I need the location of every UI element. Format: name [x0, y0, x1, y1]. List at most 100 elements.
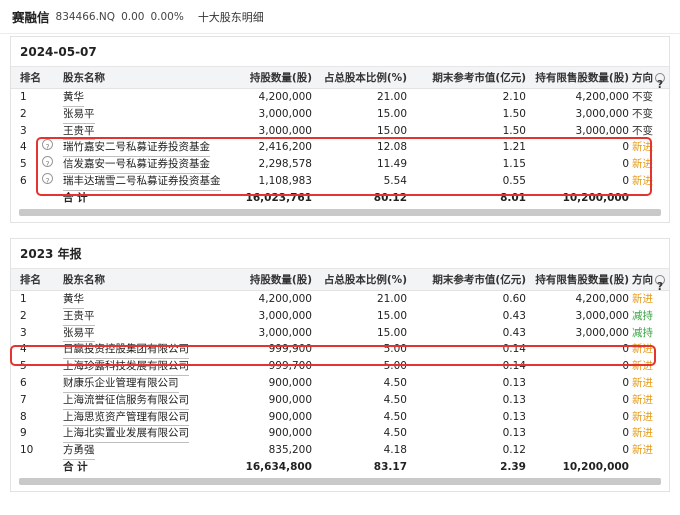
shareholder-name-link[interactable]: 财康乐企业管理有限公司: [63, 375, 179, 393]
qty-cell: 2,298,578: [258, 158, 312, 171]
fund-info-icon[interactable]: ?: [42, 156, 53, 169]
total-label: 合 计: [63, 191, 88, 204]
help-icon[interactable]: ?: [655, 275, 665, 293]
shareholder-name-link[interactable]: 张易平: [63, 325, 95, 343]
limited-cell: 0: [622, 427, 629, 440]
ratio-cell: 5.00: [383, 360, 407, 373]
table-row: 4 瑞竹嘉安二号私募证券投资基金 2,416,200 12.08 1.21 0 新进?: [11, 139, 669, 158]
shareholder-name-link[interactable]: 瑞竹嘉安二号私募证券投资基金: [63, 139, 210, 158]
direction-cell: 新进: [632, 427, 653, 440]
direction-cell: 减持: [632, 326, 653, 339]
direction-cell: 新进: [632, 444, 653, 457]
table-header: 排名 股东名称 持股数量(股) 占总股本比例(%) 期末参考市值(亿元) 持有限…: [11, 269, 669, 293]
limited-cell: 3,000,000: [575, 124, 629, 137]
limited-cell: 4,200,000: [575, 293, 629, 305]
shareholder-name-link[interactable]: 王贵平: [63, 308, 95, 326]
ratio-cell: 11.49: [376, 158, 407, 171]
shareholder-name-link[interactable]: 张易平: [63, 106, 95, 124]
shareholder-name-link[interactable]: 黄华: [63, 89, 84, 107]
rank-cell: 8: [20, 410, 27, 423]
shareholder-name-link[interactable]: 上海北实置业发展有限公司: [63, 425, 189, 444]
horizontal-scrollbar[interactable]: [19, 208, 661, 216]
fund-info-icon[interactable]: ?: [42, 139, 53, 152]
rank-cell: 1: [20, 293, 27, 305]
table-row: 6 财康乐企业管理有限公司 900,000 4.50 0.13 0 新进: [11, 375, 669, 393]
qty-cell: 999,900: [268, 343, 312, 356]
stock-name: 赛融信: [12, 10, 50, 25]
qty-cell: 900,000: [268, 376, 312, 389]
ratio-cell: 4.50: [383, 376, 407, 389]
stock-code: 834466.NQ: [55, 10, 116, 23]
market-value-cell: 1.21: [502, 141, 526, 154]
market-value-cell: 0.55: [502, 174, 526, 187]
direction-cell: 新进: [632, 410, 653, 423]
qty-cell: 900,000: [268, 393, 312, 406]
ratio-cell: 5.00: [383, 343, 407, 356]
help-icon[interactable]: ?: [655, 73, 665, 91]
col-ratio: 占总股本比例(%): [323, 274, 407, 286]
shareholder-name-link[interactable]: 黄华: [63, 291, 84, 309]
direction-cell: 新进: [632, 141, 653, 154]
direction-cell: 新进: [632, 376, 653, 389]
market-value-cell: 1.50: [502, 107, 526, 120]
rank-cell: 3: [20, 124, 27, 137]
ratio-cell: 4.50: [383, 427, 407, 440]
shareholder-name-link[interactable]: 瑞丰达瑞雪二号私募证券投资基金: [63, 173, 221, 191]
market-value-cell: 2.10: [502, 91, 526, 103]
market-value-cell: 0.13: [502, 427, 526, 440]
qty-cell: 835,200: [268, 444, 312, 457]
market-value-cell: 0.43: [502, 309, 526, 322]
total-qty: 16,634,800: [245, 460, 312, 473]
direction-cell: 新进: [632, 393, 653, 406]
total-market-value: 2.39: [500, 460, 526, 473]
ratio-cell: 4.50: [383, 393, 407, 406]
limited-cell: 4,200,000: [575, 91, 629, 103]
ratio-cell: 21.00: [376, 91, 407, 103]
limited-cell: 3,000,000: [575, 326, 629, 339]
rank-cell: 1: [20, 91, 27, 103]
total-row: 合 计 16,634,800 83.17 2.39 10,200,000: [11, 459, 669, 476]
market-value-cell: 0.14: [502, 343, 526, 356]
rank-cell: 9: [20, 427, 27, 440]
qty-cell: 1,108,983: [258, 174, 312, 187]
limited-cell: 0: [622, 444, 629, 457]
table-row: 2 张易平 3,000,000 15.00 1.50 3,000,000 不变: [11, 106, 669, 124]
shareholder-name-link[interactable]: 上海流誉征信服务有限公司: [63, 392, 189, 410]
col-qty: 持股数量(股): [249, 72, 312, 84]
qty-cell: 4,200,000: [258, 91, 312, 103]
rank-cell: 7: [20, 393, 27, 406]
qty-cell: 2,416,200: [258, 141, 312, 154]
rank-cell: 3: [20, 326, 27, 339]
ratio-cell: 12.08: [376, 141, 407, 154]
direction-cell: 不变: [632, 124, 653, 137]
shareholder-name-link[interactable]: 日赢投资控股集团有限公司: [63, 341, 189, 360]
shareholder-name-link[interactable]: 方勇强: [63, 442, 95, 460]
table-row: 8 上海思览资产管理有限公司 900,000 4.50 0.13 0 新进: [11, 409, 669, 427]
rank-cell: 5: [20, 158, 27, 171]
limited-cell: 0: [622, 410, 629, 423]
rank-cell: 4: [20, 343, 27, 356]
horizontal-scrollbar[interactable]: [19, 477, 661, 485]
shareholder-name-link[interactable]: 上海思览资产管理有限公司: [63, 409, 189, 427]
table-row: 1 黄华 4,200,000 21.00 0.60 4,200,000 新进: [11, 291, 669, 309]
fund-info-icon[interactable]: ?: [42, 172, 53, 186]
ratio-cell: 15.00: [376, 309, 407, 322]
ratio-cell: 15.00: [376, 124, 407, 137]
table-row: 3 王贵平 3,000,000 15.00 1.50 3,000,000 不变: [11, 123, 669, 141]
market-value-cell: 1.15: [502, 158, 526, 171]
stock-price: 0.00: [121, 10, 145, 23]
table-row: 5 上海珍露科技发展有限公司 999,700 5.00 0.14 0 新进: [11, 358, 669, 376]
col-market-value: 期末参考市值(亿元): [432, 72, 526, 84]
qty-cell: 3,000,000: [258, 326, 312, 339]
limited-cell: 0: [622, 141, 629, 154]
col-ratio: 占总股本比例(%): [323, 72, 407, 84]
limited-cell: 0: [622, 158, 629, 171]
section-title: 2024-05-07: [11, 37, 669, 67]
qty-cell: 900,000: [268, 410, 312, 423]
total-limited: 10,200,000: [562, 191, 629, 204]
total-market-value: 8.01: [500, 191, 526, 204]
shareholder-name-link[interactable]: 王贵平: [63, 123, 95, 141]
shareholder-name-link[interactable]: 信发嘉安一号私募证券投资基金: [63, 156, 210, 174]
shareholder-name-link[interactable]: 上海珍露科技发展有限公司: [63, 358, 189, 376]
limited-cell: 3,000,000: [575, 309, 629, 322]
